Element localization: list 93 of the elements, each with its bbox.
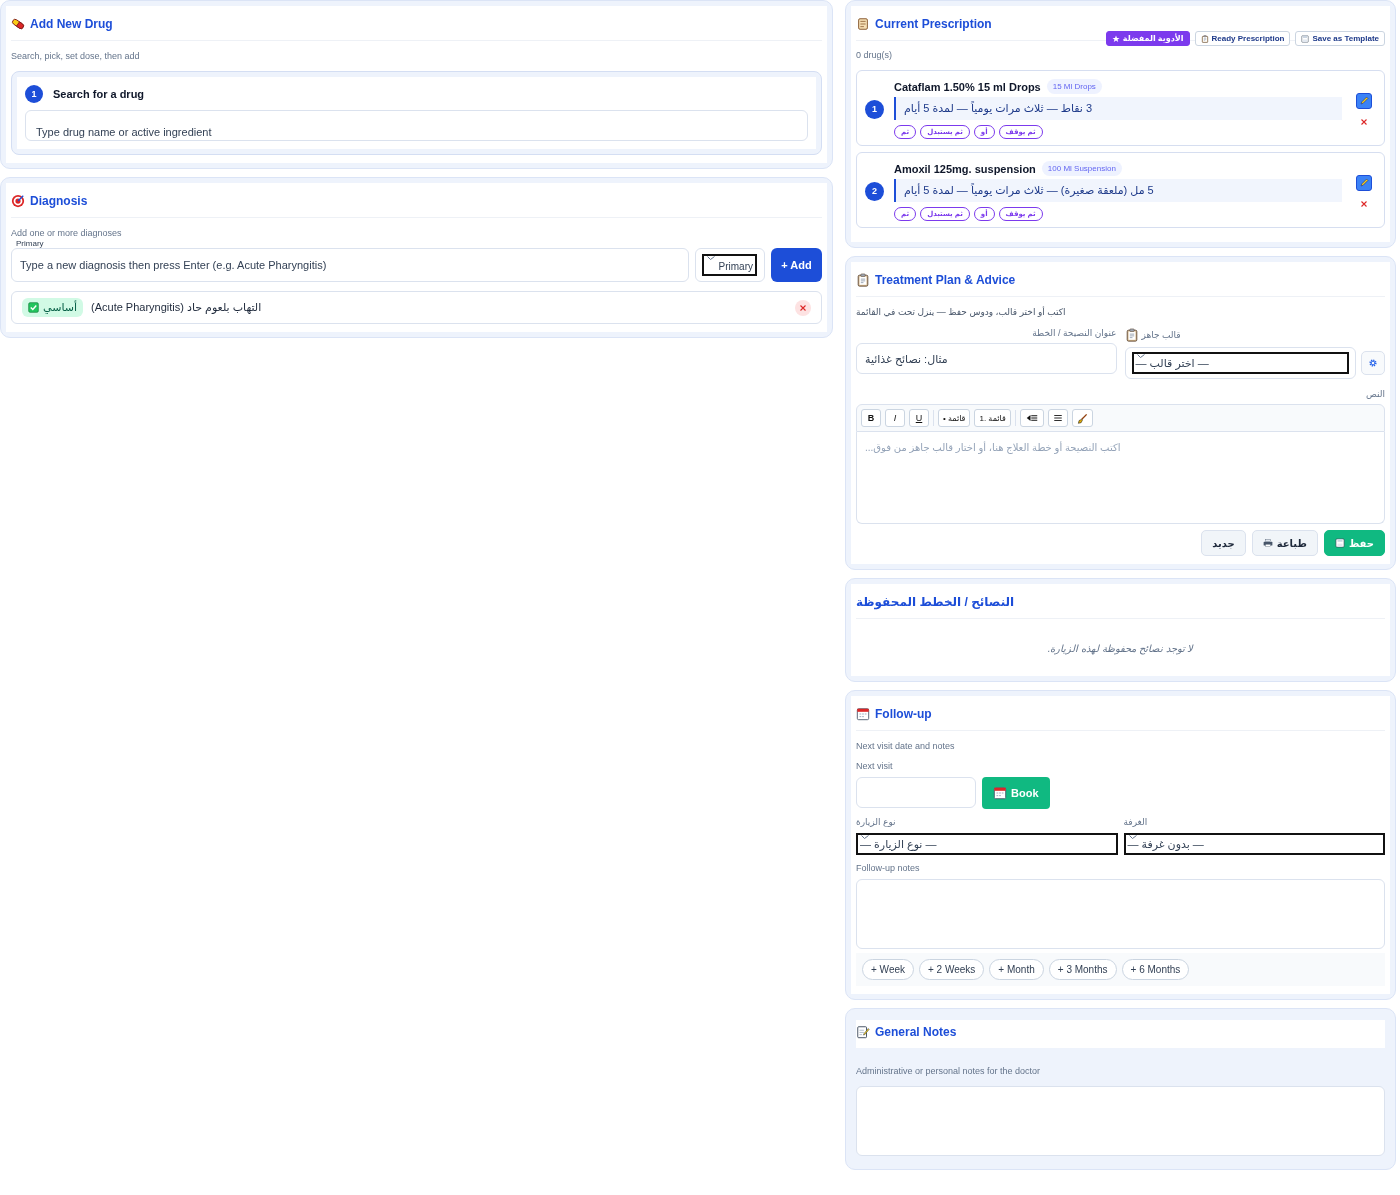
section-title: Treatment Plan & Advice [875,273,1016,287]
section-title: Follow-up [875,707,932,721]
close-icon [1360,117,1368,126]
field-label: قالب جاهز [1141,330,1181,340]
ready-prescription-button[interactable]: Ready Prescription [1194,31,1291,46]
brush-icon [1076,412,1088,424]
field-label: نوع الزيارة [856,817,897,827]
pencil-icon [1358,177,1370,188]
section-subtitle: Next visit date and notes [856,741,956,751]
checkmark-icon [861,835,869,840]
drug-number: 1 [865,99,884,119]
scroll-icon [856,17,870,31]
field-label: Follow-up notes [856,863,921,873]
diagnosis-field[interactable]: Type a new diagnosis then press Enter (e.g. Acute Pharyngitis) [11,248,689,282]
section-title: General Notes [875,1025,957,1039]
section-title: Add New Drug [30,17,113,31]
calendar-icon [993,786,1007,800]
drug-number: 2 [865,181,884,201]
print-button[interactable]: طباعة [1251,530,1318,556]
close-icon [799,303,807,312]
printer-icon [1262,538,1273,548]
template-select[interactable]: — اختر قالب — [1124,347,1356,379]
edit-button[interactable] [1356,92,1372,109]
section-title: Diagnosis [30,194,88,208]
clipboard-icon [1124,328,1139,342]
date-field[interactable] [856,777,976,808]
pill-icon [11,17,25,31]
drug-name: Amoxil 125mg. suspension [894,162,1036,175]
field-label: الغرفة [1123,817,1149,827]
quick-date-button[interactable]: + 2 Weeks [919,959,985,980]
diagnosis-type-select[interactable]: Primary [695,248,765,282]
advice-title-field[interactable]: مثال: نصائح غذائية [856,343,1117,374]
add-button[interactable]: + Add [771,248,822,282]
field-label: النص [1365,389,1385,399]
align-button[interactable] [1047,409,1068,427]
underline-button[interactable]: U [909,409,929,427]
close-icon [1360,199,1368,208]
package-tag: 100 Ml Suspension [1041,161,1122,176]
bullet-list-button[interactable]: • قائمة [938,409,971,427]
italic-button[interactable]: I [885,409,905,427]
drug-search-field[interactable]: Type drug name or active ingredient [25,110,808,141]
field-label: عنوان النصيحة / الخطة [1031,328,1117,338]
badge-label: أساسي [43,301,77,314]
follow-up-notes-field[interactable] [856,879,1385,949]
hint-text: اكتب أو اختر قالب، ودوس حفظ — ينزل تحت في القائمة [856,307,1067,317]
diagnosis-name: التهاب بلعوم حاد (Acute Pharyngitis) [91,301,263,314]
star-icon [1111,34,1120,43]
clear-format-button[interactable] [1071,409,1093,427]
field-label: Next visit [856,761,894,771]
step-title: Search for a drug [53,88,145,100]
text-direction-icon [1024,412,1039,424]
new-button[interactable]: جديد [1201,530,1246,556]
text-direction-button[interactable] [1019,409,1044,427]
advice-text-editor[interactable]: اكتب النصيحة أو خطة العلاج هنا، أو اختار قالب جاهز من فوق... [856,432,1385,524]
general-notes-field[interactable] [856,1086,1385,1156]
dose-instructions: 3 نقاط — ثلاث مرات يومياً — لمدة 5 أيام [894,97,1342,120]
empty-message: لا توجد نصائح محفوظة لهذه الزيارة. [1046,642,1195,657]
quick-date-button[interactable]: + 6 Months [1121,959,1190,980]
remove-button[interactable] [795,299,811,316]
edit-button[interactable] [1356,174,1372,191]
section-subtitle: Add one or more diagnoses [11,228,123,238]
clipboard-icon [1200,34,1209,43]
bold-button[interactable]: B [861,409,881,427]
dose-instructions: 5 مل (ملعقة صغيرة) — ثلاث مرات يومياً — لمدة 5 أيام [894,179,1342,202]
quick-date-button[interactable]: + Month [989,959,1044,980]
quick-date-button[interactable]: + 3 Months [1048,959,1117,980]
section-title: Current Prescription [875,17,992,31]
section-subtitle: Administrative or personal notes for the doctor [856,1066,1042,1076]
quick-date-button[interactable]: + Week [862,959,914,980]
settings-button[interactable] [1361,351,1385,375]
pencil-icon [1358,95,1370,106]
section-subtitle: Search, pick, set dose, then add [11,51,141,61]
numbered-list-button[interactable]: 1. قائمة [974,409,1011,427]
field-label: Primary [13,239,47,248]
checkmark-icon [707,256,715,261]
save-template-button[interactable]: Save as Template [1295,31,1385,46]
drug-count: 0 drug(s) [856,50,893,60]
step-number: 1 [25,85,43,103]
visit-type-select[interactable]: — نوع الزيارة — [856,833,1118,855]
calendar-icon [856,707,870,721]
delete-button[interactable] [1360,199,1368,208]
target-icon [11,194,25,208]
settings-icon [1368,358,1378,368]
drug-name: Cataflam 1.50% 15 ml Drops [894,80,1041,93]
package-tag: 15 Ml Drops [1046,79,1102,94]
delete-button[interactable] [1360,117,1368,126]
align-icon [1052,413,1063,423]
clipboard-icon [856,273,870,287]
favorites-button[interactable]: الأدوية المفضلة [1105,31,1190,46]
checkmark-icon [1136,354,1145,359]
checkmark-icon [1128,835,1137,840]
room-select[interactable]: — بدون غرفة — [1123,833,1385,855]
section-title: النصائح / الخطط المحفوظة [856,595,1015,609]
